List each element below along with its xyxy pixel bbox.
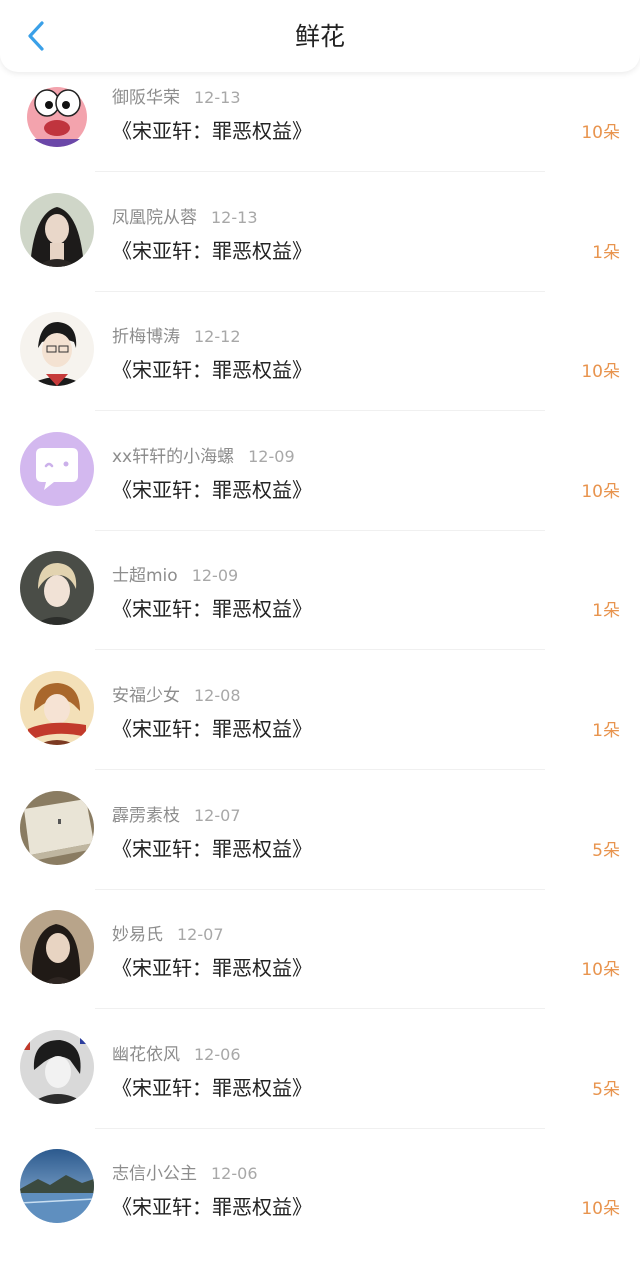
user-info: 凤凰院从蓉 12-13 [112,203,258,228]
gift-date: 12-06 [211,1164,258,1184]
flower-count: 1朵 [592,242,620,263]
user-avatar[interactable] [20,790,94,865]
list-item[interactable]: xx轩轩的小海螺 12-09 《宋亚轩：罪恶权益》 10朵 [0,431,640,552]
flower-count: 5朵 [592,840,620,861]
gift-date: 12-09 [248,446,295,466]
list-item[interactable]: 霹雳素枝 12-07 《宋亚轩：罪恶权益》 5朵 [0,790,640,911]
user-avatar[interactable] [20,431,94,506]
gift-date: 12-06 [194,1044,241,1064]
user-name: 士超mio [112,566,178,587]
user-avatar[interactable] [20,192,94,267]
user-name: 折梅博涛 [112,327,180,348]
flower-count: 5朵 [592,1079,620,1100]
list-item[interactable]: 妙易氏 12-07 《宋亚轩：罪恶权益》 10朵 [0,910,640,1030]
flower-count: 10朵 [581,123,620,143]
divider [95,410,545,412]
user-name: xx轩轩的小海螺 [112,446,235,467]
list-item[interactable]: 安福少女 12-08 《宋亚轩：罪恶权益》 1朵 [0,670,640,791]
divider [95,649,545,651]
list-item[interactable]: 士超mio 12-09 《宋亚轩：罪恶权益》 1朵 [0,551,640,671]
user-info: 士超mio 12-09 [112,561,238,586]
gift-date: 12-13 [211,207,258,227]
user-info: 御阪华荣 12-13 [112,83,241,108]
gift-date: 12-07 [177,925,224,945]
book-title[interactable]: 《宋亚轩：罪恶权益》 [112,115,312,144]
user-name: 志信小公主 [112,1164,197,1185]
user-name: 安福少女 [112,685,180,706]
divider [95,888,545,890]
book-title[interactable]: 《宋亚轩：罪恶权益》 [112,593,312,622]
flower-count: 10朵 [581,481,620,502]
list-item[interactable]: 志信小公主 12-06 《宋亚轩：罪恶权益》 10朵 [0,1149,640,1269]
list-item[interactable]: 凤凰院从蓉 12-13 《宋亚轩：罪恶权益》 1朵 [0,192,640,313]
list-item[interactable]: 折梅博涛 12-12 《宋亚轩：罪恶权益》 10朵 [0,312,640,432]
top-nav-bar: 鲜花 [0,0,640,72]
user-avatar[interactable] [20,1149,94,1224]
book-title[interactable]: 《宋亚轩：罪恶权益》 [112,952,312,981]
user-avatar[interactable] [20,73,94,147]
gift-date: 12-13 [194,88,241,107]
user-name: 妙易氏 [112,925,163,946]
user-info: 霹雳素枝 12-07 [112,801,241,826]
flower-gift-list: 御阪华荣 12-13 《宋亚轩：罪恶权益》 10朵 凤凰院从蓉 12-13 《宋亚轩… [0,73,640,1269]
gift-date: 12-12 [194,327,241,347]
user-name: 幽花依风 [112,1044,180,1065]
gift-date: 12-07 [194,805,241,825]
divider [95,1127,545,1129]
flower-count: 1朵 [592,601,620,622]
divider [95,1008,545,1010]
flower-count: 1朵 [592,720,620,741]
book-title[interactable]: 《宋亚轩：罪恶权益》 [112,354,312,383]
divider [95,171,545,172]
user-info: 幽花依风 12-06 [112,1040,241,1065]
user-name: 御阪华荣 [112,88,180,108]
user-name: 凤凰院从蓉 [112,207,197,228]
user-name: 霹雳素枝 [112,805,180,826]
user-info: 折梅博涛 12-12 [112,322,241,347]
book-title[interactable]: 《宋亚轩：罪恶权益》 [112,1072,312,1101]
user-avatar[interactable] [20,910,94,985]
divider [95,290,545,292]
user-avatar[interactable] [20,1029,94,1104]
user-avatar[interactable] [20,551,94,626]
flower-count: 10朵 [581,362,620,383]
book-title[interactable]: 《宋亚轩：罪恶权益》 [112,713,312,742]
page-title: 鲜花 [294,22,345,51]
user-info: 安福少女 12-08 [112,681,241,706]
book-title[interactable]: 《宋亚轩：罪恶权益》 [112,474,312,503]
user-info: xx轩轩的小海螺 12-09 [112,442,295,467]
gift-date: 12-08 [194,685,241,705]
user-info: 志信小公主 12-06 [112,1159,258,1184]
divider [95,529,545,531]
book-title[interactable]: 《宋亚轩：罪恶权益》 [112,1191,312,1220]
divider [95,768,545,770]
book-title[interactable]: 《宋亚轩：罪恶权益》 [112,833,312,862]
user-info: 妙易氏 12-07 [112,920,224,945]
gift-date: 12-09 [191,566,239,586]
book-title[interactable]: 《宋亚轩：罪恶权益》 [112,235,312,264]
user-avatar[interactable] [20,670,94,745]
flower-count: 10朵 [581,1199,620,1220]
list-item[interactable]: 幽花依风 12-06 《宋亚轩：罪恶权益》 5朵 [0,1029,640,1150]
user-avatar[interactable] [20,312,94,387]
flower-count: 10朵 [581,960,620,981]
list-item[interactable]: 御阪华荣 12-13 《宋亚轩：罪恶权益》 10朵 [0,73,640,193]
